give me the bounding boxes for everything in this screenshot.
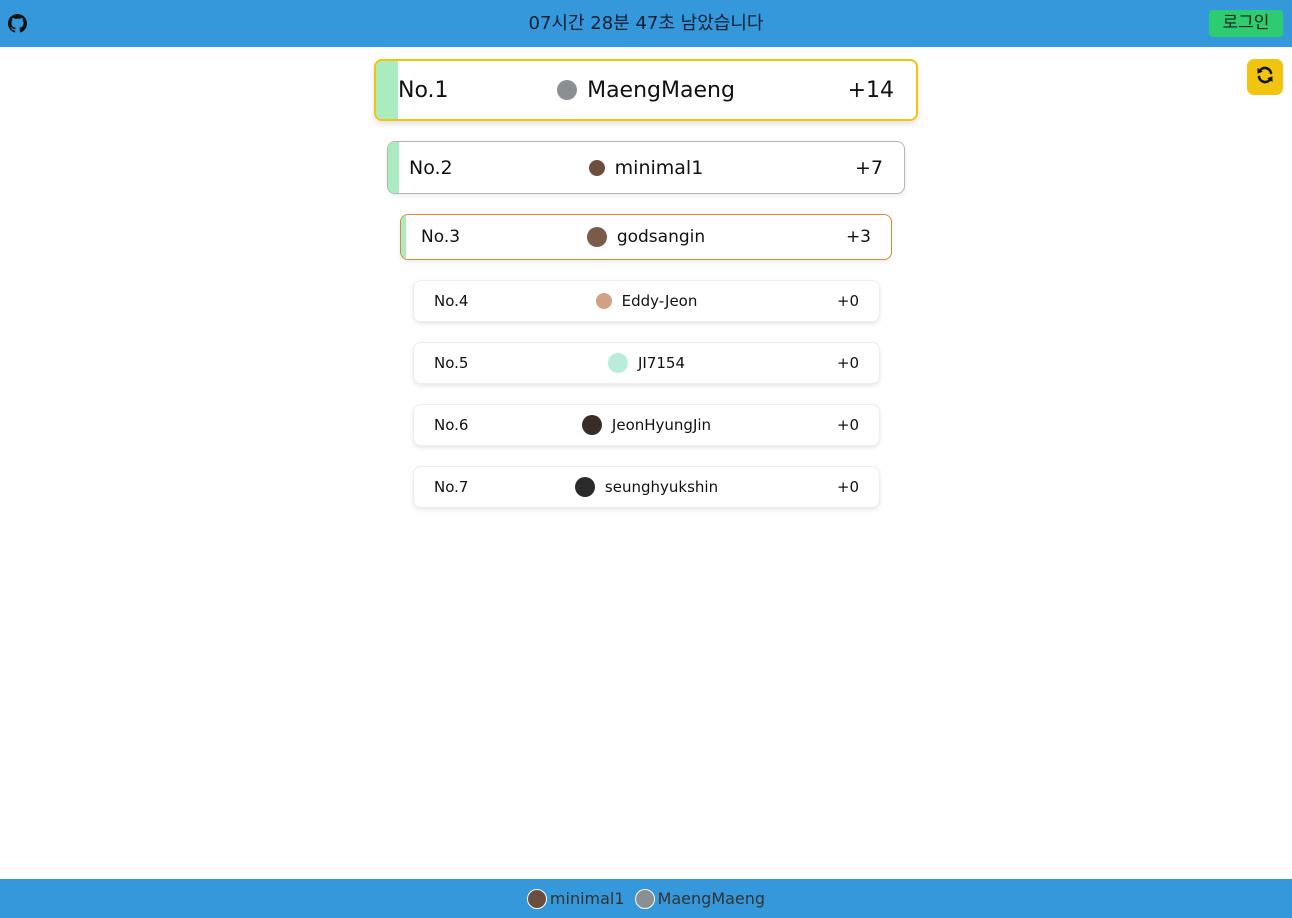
header-bar: 07시간 28분 47초 남았습니다 로그인 (0, 0, 1292, 47)
avatar (574, 477, 595, 497)
user-info: godsangin (401, 215, 891, 259)
ranking-row[interactable]: No.2 minimal1 +7 (387, 141, 905, 194)
user-info: JeonHyungJin (414, 405, 879, 445)
countdown-timer: 07시간 28분 47초 남았습니다 (528, 13, 764, 34)
ranking-row[interactable]: No.4 Eddy-Jeon +0 (413, 280, 880, 322)
avatar (586, 227, 607, 247)
online-user[interactable]: minimal1 (526, 888, 625, 909)
ranking-row[interactable]: No.3 godsangin +3 (400, 214, 892, 260)
user-info: seunghyukshin (414, 467, 879, 507)
score-label: +0 (836, 478, 859, 496)
username[interactable]: JI7154 (638, 354, 685, 372)
username[interactable]: seunghyukshin (605, 478, 718, 496)
online-user-name: MaengMaeng (657, 889, 766, 908)
login-button[interactable]: 로그인 (1209, 10, 1283, 37)
ranking-row[interactable]: No.6 JeonHyungJin +0 (413, 404, 880, 446)
user-info: JI7154 (414, 343, 879, 383)
avatar (634, 888, 655, 909)
score-label: +0 (836, 354, 859, 372)
user-info: minimal1 (388, 142, 904, 193)
username[interactable]: godsangin (617, 227, 705, 247)
username[interactable]: MaengMaeng (587, 78, 735, 103)
avatar (581, 415, 602, 435)
avatar (588, 159, 605, 176)
score-label: +3 (845, 227, 871, 247)
username[interactable]: minimal1 (615, 157, 704, 179)
score-label: +0 (836, 416, 859, 434)
score-label: +14 (847, 77, 894, 103)
ranking-row[interactable]: No.5 JI7154 +0 (413, 342, 880, 384)
online-user-name: minimal1 (549, 889, 625, 908)
online-user[interactable]: MaengMaeng (634, 888, 766, 909)
username[interactable]: Eddy-Jeon (622, 292, 698, 310)
avatar (526, 888, 547, 909)
avatar (595, 293, 612, 309)
avatar (557, 80, 578, 100)
user-info: MaengMaeng (376, 61, 916, 119)
user-info: Eddy-Jeon (414, 281, 879, 321)
refresh-icon (1255, 65, 1275, 89)
username[interactable]: JeonHyungJin (612, 416, 711, 434)
ranking-row[interactable]: No.7 seunghyukshin +0 (413, 466, 880, 508)
score-label: +0 (836, 292, 859, 310)
refresh-button[interactable] (1247, 59, 1283, 95)
ranking-row[interactable]: No.1 MaengMaeng +14 (374, 59, 918, 121)
avatar (607, 353, 628, 373)
online-users-bar: minimal1 MaengMaeng (0, 879, 1292, 918)
score-label: +7 (854, 156, 883, 179)
